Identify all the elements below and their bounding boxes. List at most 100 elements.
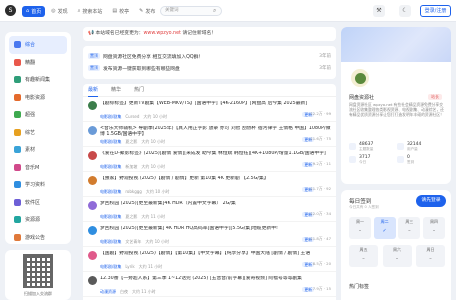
author-avatar[interactable] <box>88 126 97 135</box>
stat-topics: 48637 主题数量 <box>349 142 397 151</box>
post-title[interactable]: <音乐大师辅机> 导剧季(2025年)【真人用正字影 放录 亦可 刘智 刮协杯 … <box>100 126 331 138</box>
forum-sidebar: 综合 精翻 有趣新闻集 电影资源 超强 综艺 素材 音乐M 学习资料 软件区 资… <box>5 32 71 244</box>
post-item[interactable]: 12.30番【一旁超人系】第三季 1~12话完 (2025) [五音音/前字幕]… <box>83 272 336 297</box>
site-name[interactable]: 网盘资源社 <box>349 94 374 101</box>
login-button[interactable]: 登录/注册 <box>420 5 451 17</box>
post-item[interactable]: 【独家】野观投视 (2025)【剧情 / 剧情】更新 第10集 4K 更新剧 【… <box>83 172 336 197</box>
post-title[interactable]: 梦回校园 (2025)[更至最新集]4K HDR（内置中文字幕） 2G/集 <box>100 201 331 213</box>
edit-icon: ✎ <box>139 8 144 14</box>
site-avatar[interactable] <box>349 67 371 89</box>
pinned-posts: 置顶 网盘资源社区免费分享 相互交流填加入QQ群！ 3年前 置顶 发布资源一键获… <box>83 46 336 79</box>
pinned-date: 3年前 <box>319 66 331 71</box>
post-forum[interactable]: 电影剧/剧集 <box>100 164 121 170</box>
site-stats: 48637 主题数量 32144 用户量 3717 今日 0 签到 <box>349 142 445 164</box>
author-avatar[interactable] <box>88 176 97 185</box>
post-author[interactable]: 白夜 <box>120 289 128 295</box>
post-title[interactable]: 【独家】野观投视 (2025)【剧情 / 剧情】更新 第10集 4K 更新剧 【… <box>100 176 331 188</box>
pinned-date: 3年前 <box>319 54 331 59</box>
post-author[interactable]: 新加坡 <box>125 164 137 170</box>
post-item[interactable]: 梦回校园 (2025)[更至最新集]4K HDR（内置中文字幕） 2G/集 电影剧… <box>83 197 336 222</box>
post-stats: 12.2万 · 99 <box>310 111 331 116</box>
star-icon <box>14 58 21 66</box>
search-submit-icon[interactable]: ⌕ <box>213 7 216 15</box>
post-item[interactable]: 梦回校园 (2025)[更至最新集] 4K HDR HQ高码率[国语中字][5.… <box>83 222 336 247</box>
home-icon: ⌂ <box>26 8 30 14</box>
pinned-title[interactable]: 发布资源一键获取到哪些有哪些网盘 <box>103 65 315 72</box>
post-item[interactable]: 《爱在D-聚影标签》(2025)[剧情 爱情][采成发 助今集 林恒斌 韩恒钰]… <box>83 147 336 172</box>
day-cell: 周六 – <box>382 245 412 267</box>
moon-icon[interactable]: ☾ <box>399 5 411 17</box>
checkin-icon <box>397 156 404 163</box>
post-title[interactable]: 梦回校园 (2025)[更至最新集] 4K HDR HQ高码率[国语中字][5.… <box>100 226 331 238</box>
post-forum[interactable]: 电影剧/剧集 <box>100 214 121 220</box>
sidebar-item-movies[interactable]: 电影资源 <box>9 89 67 107</box>
sidebar-item-music[interactable]: 音乐M <box>9 159 67 177</box>
check-icon: ✓ <box>382 228 387 234</box>
book-icon <box>14 181 21 189</box>
author-avatar[interactable] <box>88 201 97 210</box>
post-title[interactable]: 【国剧】野观投视 (2025)【剧情】【第10集】【中文字幕】【纯享分享】中国大… <box>100 251 331 263</box>
sidebar-item-all[interactable]: 综合 <box>9 36 67 54</box>
post-forum[interactable]: 电影剧/剧集 <box>100 189 121 195</box>
nav-home[interactable]: ⌂ 首页 <box>22 5 46 17</box>
pinned-title[interactable]: 网盘资源社区免费分享 相互交流填加入QQ群！ <box>103 53 315 60</box>
sidebar-item-news[interactable]: 有趣新闻集 <box>9 71 67 89</box>
author-avatar[interactable] <box>88 151 97 160</box>
post-forum[interactable]: 电影剧/剧集 <box>100 239 121 245</box>
post-time: 大约 10 小时 <box>141 139 165 144</box>
post-author[interactable]: 夏之影 <box>125 214 137 220</box>
post-author[interactable]: Lyrik <box>125 264 134 270</box>
day-cell: 周二 ✓ <box>373 217 396 239</box>
post-feed: 最新 精华 热门 【剧综标签】更新TV剧集【WEB-MKV/TS】[国语中字]【… <box>83 84 336 300</box>
pending-icon: – <box>432 228 436 234</box>
day-cell: 周五 – <box>349 245 378 267</box>
author-avatar[interactable] <box>88 226 97 235</box>
sidebar-item-study[interactable]: 学习资料 <box>9 176 67 194</box>
sidebar-item-featured[interactable]: 精翻 <box>9 54 67 72</box>
notice-domain[interactable]: www.wpzyo.net <box>143 31 180 36</box>
sidebar-item-super[interactable]: 超强 <box>9 106 67 124</box>
sidebar-item-software[interactable]: 软件区 <box>9 194 67 212</box>
post-item[interactable]: 【国剧】野观投视 (2025)【剧情】【第10集】【中文字幕】【纯享分享】中国大… <box>83 247 336 272</box>
post-item[interactable]: <音乐大师辅机> 导剧季(2025年)【真人用正字影 放录 亦可 刘智 刮协杯 … <box>83 122 336 147</box>
day-cell: 周一 – <box>349 217 371 239</box>
post-item[interactable]: 【剧综标签】更新TV剧集【WEB-MKV/TS】[国语中字]【4K-2160P】… <box>83 97 336 122</box>
day-cell: 周三 – <box>398 217 421 239</box>
stat-today: 3717 今日 <box>349 155 397 164</box>
sidebar-item-variety[interactable]: 综艺 <box>9 124 67 142</box>
sidebar-item-games[interactable]: 游戏公告 <box>9 229 67 247</box>
pinned-row[interactable]: 置顶 网盘资源社区免费分享 相互交流填加入QQ群！ 3年前 <box>88 50 331 62</box>
sidebar-item-material[interactable]: 素材 <box>9 141 67 159</box>
sidebar-item-resources[interactable]: 资源源 <box>9 211 67 229</box>
stat-users: 32144 用户量 <box>397 142 445 151</box>
post-forum[interactable]: 动漫资源 <box>100 289 116 295</box>
nav-discover[interactable]: ◎ 发现 <box>47 6 71 17</box>
post-title[interactable]: 12.30番【一旁超人系】第三季 1~12话完 (2025) [五音音/前字幕]… <box>100 276 331 288</box>
author-avatar[interactable] <box>88 276 97 285</box>
nav-publish[interactable]: ✎ 发布 <box>135 6 159 17</box>
post-title[interactable]: 【剧综标签】更新TV剧集【WEB-MKV/TS】[国语中字]【4K-2160P】… <box>100 101 331 113</box>
nav-pavilion[interactable]: ▤ 校亭 <box>108 6 133 17</box>
author-avatar[interactable] <box>88 101 97 110</box>
post-forum[interactable]: 电影剧/剧集 <box>100 139 121 145</box>
music-icon <box>14 163 21 171</box>
post-author[interactable]: 文艺青年 <box>125 239 141 245</box>
post-title[interactable]: 《爱在D-聚影标签》(2025)[剧情 爱情][采成发 助今集 林恒斌 韩恒钰]… <box>100 151 331 163</box>
author-avatar[interactable] <box>88 251 97 260</box>
site-logo[interactable]: S <box>5 5 16 16</box>
post-forum[interactable]: 电影剧/剧集 <box>100 264 121 270</box>
post-forum[interactable]: 电影剧/剧集 <box>100 114 121 120</box>
site-description: 网盘资源社区 wpzyo.net 有些社会精品资源免费分享交流社区收集整理各类影… <box>349 102 444 118</box>
post-author[interactable]: robkggg <box>125 189 141 195</box>
post-meta: 电影剧/剧集 夏之影 大约 11 小时 <box>100 214 331 220</box>
grid-icon <box>14 41 21 49</box>
pinned-row[interactable]: 置顶 发布资源一键获取到哪些有哪些网盘 3年前 <box>88 62 331 74</box>
post-author[interactable]: Cursed <box>125 114 139 120</box>
post-author[interactable]: 夏之影 <box>125 139 137 145</box>
nav-search-site[interactable]: ⌕ 搜索本站 <box>74 6 107 17</box>
tab-featured[interactable]: 精华 <box>111 84 121 97</box>
tab-latest[interactable]: 最新 <box>88 84 99 97</box>
tools-icon[interactable]: ⚒ <box>373 5 385 17</box>
checkin-login-button[interactable]: 请先登录 <box>416 195 446 207</box>
tab-hot[interactable]: 热门 <box>134 84 144 97</box>
